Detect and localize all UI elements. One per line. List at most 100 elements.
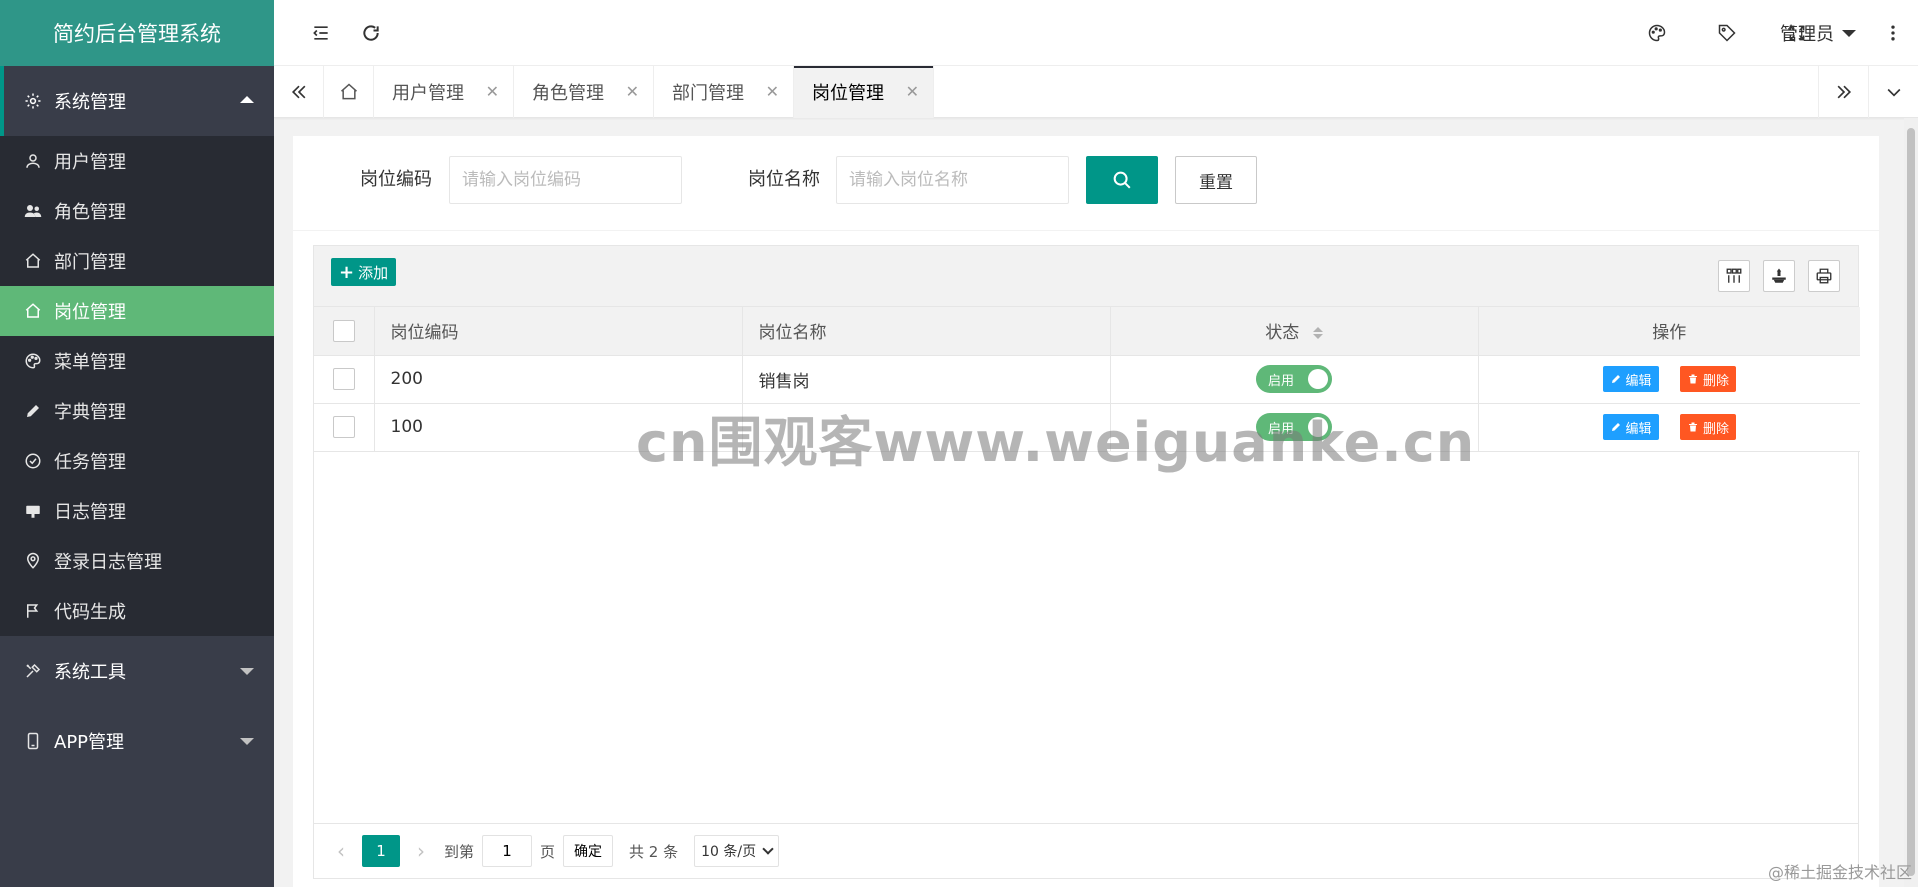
menu-fold-icon [313, 26, 328, 40]
home-icon [24, 252, 42, 270]
location-icon [24, 552, 42, 570]
next-page-button[interactable]: › [406, 836, 436, 866]
total-count: 共 2 条 [629, 842, 679, 861]
cell-actions: 编辑 删除 [1478, 355, 1860, 404]
print-button[interactable] [1808, 260, 1840, 292]
search-button[interactable] [1086, 156, 1158, 204]
sidebar-item-login-logs[interactable]: 登录日志管理 [0, 536, 274, 586]
sort-icon[interactable] [1312, 327, 1323, 340]
tag-icon [1718, 24, 1736, 42]
sidebar-item-label: 代码生成 [54, 602, 126, 623]
sidebar: 简约后台管理系统 系统管理 用户管理 角色管理 部门管理 岗位管理 菜单管理 字… [0, 0, 274, 887]
tab-users[interactable]: 用户管理 ✕ [374, 66, 514, 118]
sidebar-item-tasks[interactable]: 任务管理 [0, 436, 274, 486]
cell-code: 100 [374, 403, 743, 452]
sidebar-group-label: APP管理 [54, 732, 125, 753]
tab-scroll-left-button[interactable] [274, 66, 324, 118]
pencil-icon [24, 402, 42, 420]
sidebar-item-users[interactable]: 用户管理 [0, 136, 274, 186]
close-icon[interactable]: ✕ [486, 84, 499, 100]
edit-button[interactable]: 编辑 [1602, 414, 1659, 440]
plus-icon: + [339, 261, 355, 283]
double-chevron-right-icon [1837, 85, 1851, 99]
status-label: 启用 [1268, 421, 1295, 437]
edit-label: 编辑 [1625, 421, 1652, 437]
admin-menu[interactable]: 管理员 [1780, 0, 1856, 66]
sidebar-item-roles[interactable]: 角色管理 [0, 186, 274, 236]
sidebar-item-logs[interactable]: 日志管理 [0, 486, 274, 536]
tag-button[interactable] [1702, 0, 1752, 66]
data-table-container: + 添加 岗位编码 岗位名称 状态 操作 200 销售岗 启用 编辑 删除 10… [313, 245, 1860, 879]
column-header: 岗位编码 [374, 307, 743, 356]
sidebar-item-label: 登录日志管理 [54, 552, 162, 573]
app-logo: 简约后台管理系统 [0, 0, 274, 66]
column-header: 岗位名称 [742, 307, 1111, 356]
sidebar-item-departments[interactable]: 部门管理 [0, 236, 274, 286]
sidebar-item-positions[interactable]: 岗位管理 [0, 286, 274, 336]
row-checkbox[interactable] [332, 368, 355, 390]
palette-icon [24, 352, 42, 370]
status-toggle[interactable]: 启用 [1256, 365, 1332, 393]
tab-roles[interactable]: 角色管理 ✕ [514, 66, 654, 118]
sidebar-item-menus[interactable]: 菜单管理 [0, 336, 274, 386]
page-scrollbar[interactable] [1904, 118, 1918, 887]
row-select-cell [314, 403, 375, 452]
sidebar-item-label: 岗位管理 [54, 302, 126, 323]
collapse-sidebar-button[interactable] [296, 0, 346, 66]
column-header-status[interactable]: 状态 [1110, 307, 1479, 356]
chevron-down-icon [1887, 88, 1900, 97]
reset-button[interactable]: 重置 [1175, 156, 1257, 204]
check-circle-icon [24, 452, 42, 470]
export-button[interactable] [1763, 260, 1795, 292]
sidebar-group-app[interactable]: APP管理 [0, 706, 274, 776]
column-filter-button[interactable] [1718, 260, 1750, 292]
double-chevron-left-icon [291, 85, 305, 99]
sidebar-item-label: 部门管理 [54, 252, 126, 273]
current-page-button[interactable]: 1 [362, 835, 400, 867]
prev-page-button[interactable]: ‹ [326, 836, 356, 866]
chevron-up-icon [240, 96, 254, 103]
chevron-down-icon [240, 668, 254, 675]
tab-home[interactable] [324, 66, 374, 118]
status-toggle[interactable]: 启用 [1256, 413, 1332, 441]
sidebar-subnav: 用户管理 角色管理 部门管理 岗位管理 菜单管理 字典管理 任务管理 日志管理 [0, 136, 274, 636]
refresh-button[interactable] [346, 0, 396, 66]
tab-positions[interactable]: 岗位管理 ✕ [794, 66, 934, 118]
scrollbar-thumb[interactable] [1907, 128, 1915, 876]
close-icon[interactable]: ✕ [906, 84, 919, 100]
code-label: 岗位编码 [360, 169, 432, 190]
search-form: 岗位编码 岗位名称 重置 [293, 136, 1879, 231]
name-input[interactable] [836, 156, 1069, 204]
edit-button[interactable]: 编辑 [1602, 366, 1659, 392]
row-checkbox[interactable] [332, 416, 355, 438]
search-icon [1113, 171, 1131, 189]
pencil-icon [1611, 375, 1620, 383]
sidebar-group-tools[interactable]: 系统工具 [0, 636, 274, 706]
select-all-checkbox[interactable] [332, 319, 355, 342]
tab-scroll-right-button[interactable] [1818, 66, 1868, 118]
table-header-row: 岗位编码 岗位名称 状态 操作 [314, 307, 1860, 356]
cell-status: 启用 [1110, 403, 1479, 452]
cell-code: 200 [374, 355, 743, 404]
code-input[interactable] [449, 156, 682, 204]
column-header: 操作 [1478, 307, 1860, 356]
home-icon [24, 302, 42, 320]
goto-confirm-button[interactable]: 确定 [563, 835, 614, 867]
sidebar-group-system[interactable]: 系统管理 [0, 66, 274, 136]
more-button[interactable] [1878, 0, 1908, 66]
add-button[interactable]: + 添加 [331, 258, 397, 286]
tab-departments[interactable]: 部门管理 ✕ [654, 66, 794, 118]
tab-label: 部门管理 [672, 83, 744, 104]
sidebar-item-codegen[interactable]: 代码生成 [0, 586, 274, 636]
delete-button[interactable]: 删除 [1679, 414, 1736, 440]
sidebar-item-dictionary[interactable]: 字典管理 [0, 386, 274, 436]
tab-dropdown-button[interactable] [1868, 66, 1918, 118]
delete-button[interactable]: 删除 [1679, 366, 1736, 392]
tools-icon [22, 660, 44, 682]
close-icon[interactable]: ✕ [766, 84, 779, 100]
close-icon[interactable]: ✕ [626, 84, 639, 100]
home-icon [340, 83, 357, 100]
page-size-select[interactable]: 10 条/页 [694, 835, 780, 867]
theme-button[interactable] [1632, 0, 1682, 66]
goto-page-input[interactable] [482, 835, 533, 867]
